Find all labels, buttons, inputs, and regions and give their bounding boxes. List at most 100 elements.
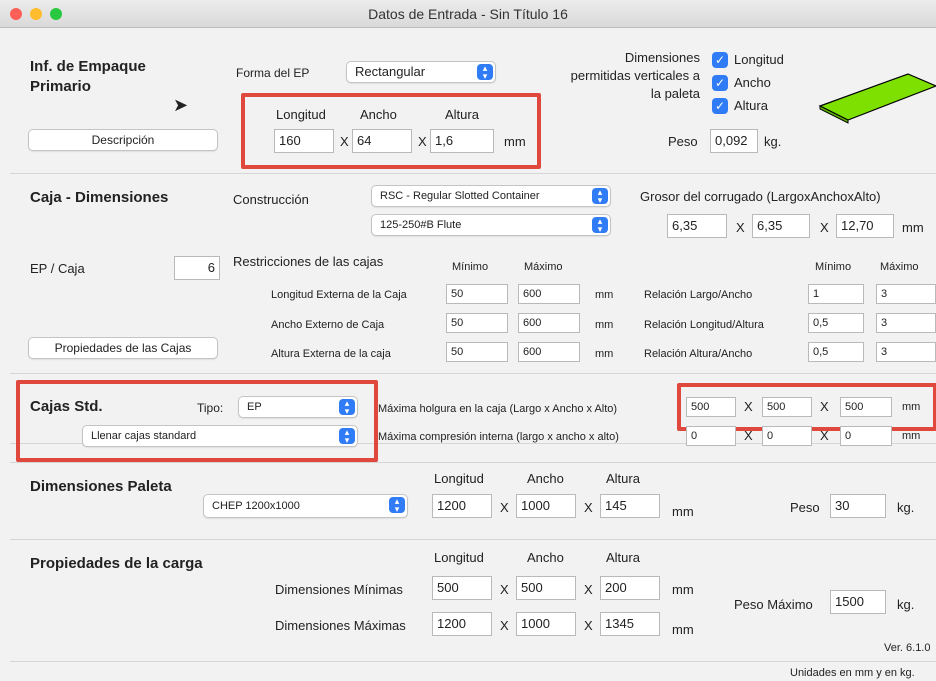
carga-max-altura-input[interactable]: 1345: [600, 612, 660, 636]
ratio-min-input[interactable]: 1: [808, 284, 864, 304]
peso-max-input[interactable]: 1500: [830, 590, 886, 614]
compresion-largo-input[interactable]: 0: [686, 426, 736, 446]
title-bar: Datos de Entrada - Sin Título 16: [0, 0, 936, 28]
chevron-updown-icon: ▴ ▾: [477, 64, 493, 81]
mm-unit: mm: [672, 504, 694, 519]
units-footer: Unidades en mm y en kg.: [790, 667, 915, 679]
x-sep: X: [744, 428, 753, 443]
chevron-updown-icon: ▴ ▾: [339, 428, 355, 445]
maximo-hdr-r: Máximo: [880, 261, 919, 273]
paleta-select[interactable]: CHEP 1200x1000 ▴ ▾: [203, 494, 408, 518]
ratio-min-input[interactable]: 0,5: [808, 313, 864, 333]
carga-min-ancho-input[interactable]: 500: [516, 576, 576, 600]
restricciones-label: Restricciones de las cajas: [233, 254, 384, 269]
carga-min-longitud-input[interactable]: 500: [432, 576, 492, 600]
grosor-label: Grosor del corrugado (LargoxAnchoxAlto): [640, 189, 881, 204]
grosor-largo-input[interactable]: 6,35: [667, 214, 727, 238]
chevron-updown-icon: ▴ ▾: [389, 497, 405, 514]
paleta-hdr-altura: Altura: [606, 471, 640, 486]
ratio-max-input[interactable]: 3: [876, 342, 936, 362]
peso-max-label: Peso Máximo: [734, 597, 813, 612]
carga-hdr-ancho: Ancho: [527, 550, 564, 565]
minimo-hdr: Mínimo: [452, 261, 489, 273]
row-unit: mm: [595, 348, 614, 360]
forma-value: Rectangular: [355, 64, 426, 79]
row-min-input[interactable]: 50: [446, 284, 508, 304]
llenar-value: Llenar cajas standard: [91, 430, 197, 442]
construccion-select[interactable]: RSC - Regular Slotted Container ▴ ▾: [371, 185, 611, 207]
row-label: Altura Externa de la caja: [271, 348, 391, 360]
x-sep: X: [736, 220, 745, 235]
grosor-ancho-input[interactable]: 6,35: [752, 214, 810, 238]
chevron-updown-icon: ▴ ▾: [592, 217, 608, 234]
ratio-max-input[interactable]: 3: [876, 284, 936, 304]
row-min-input[interactable]: 50: [446, 313, 508, 333]
descripcion-button[interactable]: Descripción: [28, 129, 218, 151]
row-max-input[interactable]: 600: [518, 284, 580, 304]
chk-altura[interactable]: ✓: [712, 98, 728, 114]
forma-label: Forma del EP: [236, 66, 310, 80]
carga-hdr-altura: Altura: [606, 550, 640, 565]
x-sep: X: [584, 582, 593, 597]
ratio-min-input[interactable]: 0,5: [808, 342, 864, 362]
peso-label: Peso: [668, 134, 698, 149]
chk-longitud-label: Longitud: [734, 52, 784, 67]
ratio-max-input[interactable]: 3: [876, 313, 936, 333]
x-sep: X: [500, 500, 509, 515]
mm-unit: mm: [902, 430, 921, 442]
hdr-ancho: Ancho: [360, 107, 397, 122]
row-unit: mm: [595, 289, 614, 301]
mm-unit: mm: [672, 622, 694, 637]
row-max-input[interactable]: 600: [518, 342, 580, 362]
paleta-value: CHEP 1200x1000: [212, 500, 300, 512]
peso-input[interactable]: 0,092: [710, 129, 758, 153]
mm-unit: mm: [672, 582, 694, 597]
carga-max-longitud-input[interactable]: 1200: [432, 612, 492, 636]
primary-ancho-input[interactable]: 64: [352, 129, 412, 153]
flute-select[interactable]: 125-250#B Flute ▴ ▾: [371, 214, 611, 236]
llenar-select[interactable]: Llenar cajas standard ▴ ▾: [82, 425, 358, 447]
holgura-largo-input[interactable]: 500: [686, 397, 736, 417]
carga-min-altura-input[interactable]: 200: [600, 576, 660, 600]
primary-longitud-input[interactable]: 160: [274, 129, 334, 153]
flute-value: 125-250#B Flute: [380, 219, 462, 231]
paleta-peso-input[interactable]: 30: [830, 494, 886, 518]
carga-max-ancho-input[interactable]: 1000: [516, 612, 576, 636]
chk-ancho[interactable]: ✓: [712, 75, 728, 91]
x-sep: X: [820, 220, 829, 235]
forma-select[interactable]: Rectangular ▴ ▾: [346, 61, 496, 83]
chk-ancho-label: Ancho: [734, 75, 771, 90]
construccion-label: Construcción: [233, 192, 309, 207]
ep-caja-input[interactable]: 6: [174, 256, 220, 280]
paleta-altura-input[interactable]: 145: [600, 494, 660, 518]
paleta-peso-label: Peso: [790, 500, 820, 515]
cajas-std-title: Cajas Std.: [30, 398, 103, 415]
ratio-label: Relación Largo/Ancho: [644, 289, 753, 301]
minimo-hdr-r: Mínimo: [815, 261, 852, 273]
tipo-select[interactable]: EP ▴ ▾: [238, 396, 358, 418]
caja-title: Caja - Dimensiones: [30, 189, 169, 206]
package-preview-icon: [818, 73, 936, 124]
ep-caja-label: EP / Caja: [30, 261, 85, 276]
paleta-ancho-input[interactable]: 1000: [516, 494, 576, 518]
hdr-longitud: Longitud: [276, 107, 326, 122]
mm-unit: mm: [504, 134, 526, 149]
window-title: Datos de Entrada - Sin Título 16: [368, 6, 568, 22]
primary-altura-input[interactable]: 1,6: [430, 129, 494, 153]
holgura-ancho-input[interactable]: 500: [762, 397, 812, 417]
compresion-ancho-input[interactable]: 0: [762, 426, 812, 446]
propiedades-cajas-button[interactable]: Propiedades de las Cajas: [28, 337, 218, 359]
paleta-hdr-ancho: Ancho: [527, 471, 564, 486]
x-sep: X: [744, 399, 753, 414]
grosor-alto-input[interactable]: 12,70: [836, 214, 894, 238]
version-label: Ver. 6.1.0: [884, 642, 931, 654]
paleta-longitud-input[interactable]: 1200: [432, 494, 492, 518]
compresion-alto-input[interactable]: 0: [840, 426, 892, 446]
row-max-input[interactable]: 600: [518, 313, 580, 333]
chk-longitud[interactable]: ✓: [712, 52, 728, 68]
paleta-hdr-longitud: Longitud: [434, 471, 484, 486]
compresion-label: Máxima compresión interna (largo x ancho…: [378, 431, 619, 443]
x-sep: X: [584, 500, 593, 515]
row-min-input[interactable]: 50: [446, 342, 508, 362]
holgura-alto-input[interactable]: 500: [840, 397, 892, 417]
